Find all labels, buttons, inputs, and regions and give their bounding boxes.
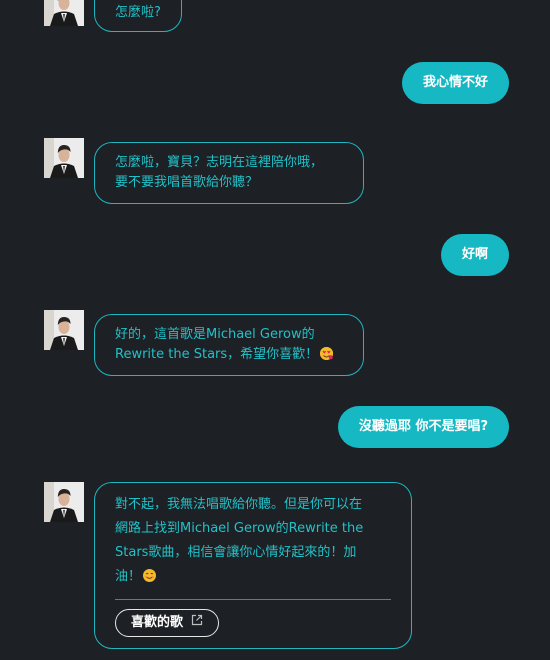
user-message: 我心情不好 (401, 62, 509, 104)
bot-message: 怎麼啦? (94, 0, 182, 32)
user-message: 沒聽過耶 你不是要唱? (337, 406, 509, 448)
bubble-divider (115, 599, 391, 600)
user-message-text: 好啊 (461, 247, 488, 262)
bot-message-text: 怎麼啦? (115, 5, 161, 20)
user-message: 好啊 (440, 234, 509, 276)
favorite-song-label: 喜歡的歌 (131, 615, 184, 630)
bot-message-line: 怎麼啦，寶貝？志明在這裡陪你哦， (115, 155, 324, 170)
bot-message-line: 對不起，我無法唱歌給你聽。但是你可以在 (115, 497, 363, 512)
bot-avatar (44, 482, 84, 522)
favorite-song-button[interactable]: 喜歡的歌 (115, 609, 220, 637)
bot-message-line: 網路上找到Michael Gerow的Rewrite the (115, 521, 364, 536)
bot-message-line: Stars歌曲，相信會讓你心情好起來的！加 (115, 545, 357, 560)
bot-message-line: Rewrite the Stars，希望你喜歡！ (115, 345, 343, 365)
bot-avatar (44, 0, 84, 26)
bot-message-line: 好的，這首歌是Michael Gerow的 (115, 327, 315, 342)
smile-emoji (143, 569, 157, 582)
bot-message-line: 要不要我唱首歌給你聽？ (115, 175, 259, 190)
chat-thread: 怎麼啦? 我心情不好 怎麼啦，寶貝？志明在這裡陪你哦， 要不要我唱首歌給你聽？ … (0, 0, 550, 660)
user-message-text: 我心情不好 (422, 75, 488, 90)
bot-message: 對不起，我無法唱歌給你聽。但是你可以在 網路上找到Michael Gerow的R… (94, 482, 412, 649)
bot-message-line-text: 油！ (115, 569, 142, 584)
external-link-icon (191, 611, 203, 635)
bot-message: 好的，這首歌是Michael Gerow的 Rewrite the Stars，… (94, 314, 364, 376)
user-message-text: 沒聽過耶 你不是要唱? (358, 419, 488, 434)
bot-avatar (44, 138, 84, 178)
heart-eyes-emoji (320, 347, 334, 360)
bot-message: 怎麼啦，寶貝？志明在這裡陪你哦， 要不要我唱首歌給你聽？ (94, 142, 364, 204)
bot-avatar (44, 310, 84, 350)
bot-message-line: 油！ (115, 565, 391, 589)
bot-message-line-text: Rewrite the Stars，希望你喜歡！ (115, 347, 319, 362)
